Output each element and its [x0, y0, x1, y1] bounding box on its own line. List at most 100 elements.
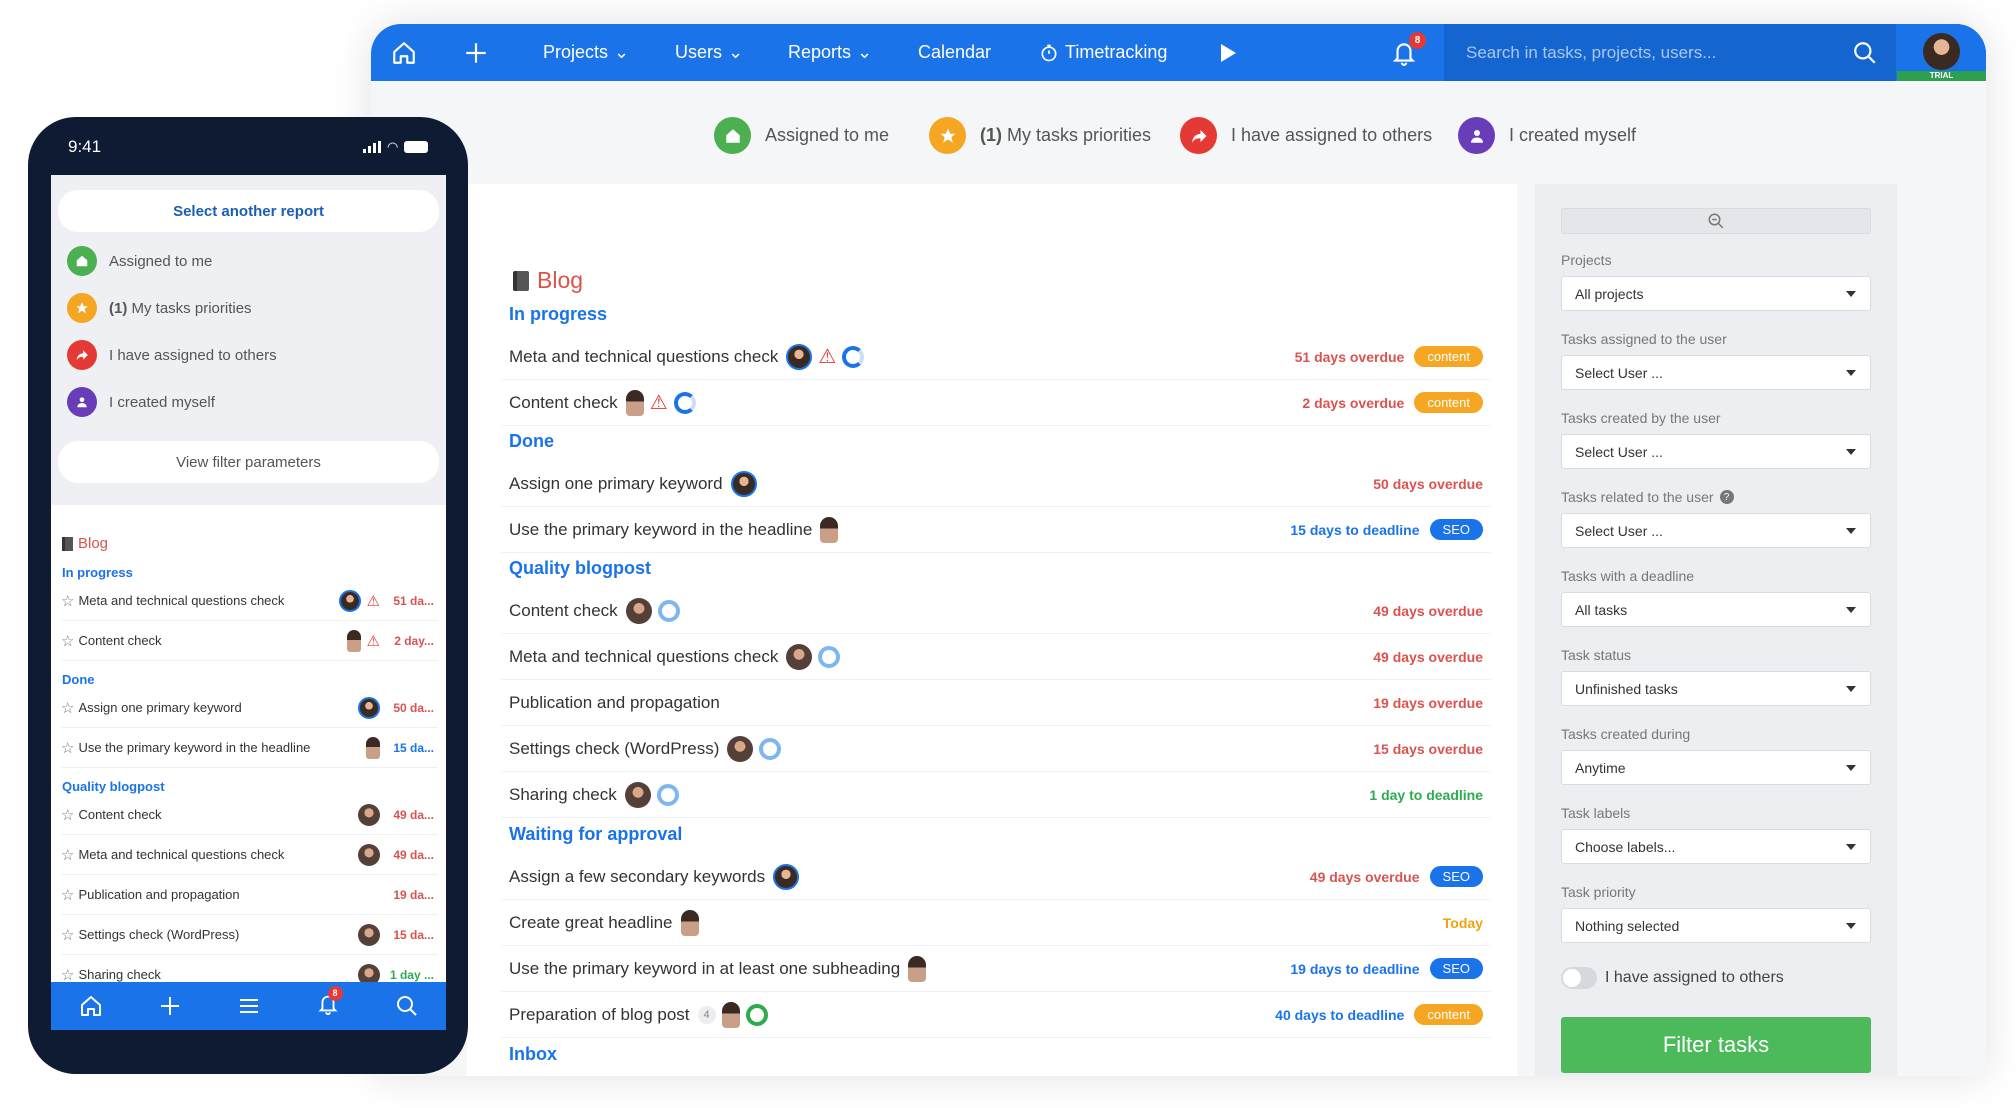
view-filter-parameters-button[interactable]: View filter parameters — [58, 441, 439, 483]
task-name[interactable]: Content check — [509, 601, 618, 621]
task-name[interactable]: Preparation of blog post — [509, 1005, 690, 1025]
task-tag[interactable]: SEO — [1429, 866, 1483, 887]
task-row[interactable]: Create great headline Today — [501, 900, 1491, 946]
home-icon[interactable] — [391, 24, 417, 81]
quicklink-assigned-to-others[interactable]: I have assigned to others — [1180, 117, 1432, 154]
task-row[interactable]: Assign a few secondary keywords 49 days … — [501, 854, 1491, 900]
task-row[interactable]: ☆ Publication and propagation 19 da... — [61, 875, 438, 915]
nav-projects[interactable]: Projects ⌄ — [543, 24, 629, 81]
section-in-progress[interactable]: In progress — [509, 304, 607, 325]
nav-users[interactable]: Users ⌄ — [675, 24, 743, 81]
project-title[interactable]: Blog — [513, 267, 583, 294]
task-name[interactable]: Assign one primary keyword — [78, 700, 241, 715]
filter-created-during-select[interactable]: Anytime — [1561, 750, 1871, 785]
nav-timetracking[interactable]: Timetracking — [1039, 24, 1167, 81]
section-waiting-for-approval[interactable]: Waiting for approval — [509, 824, 682, 845]
task-name[interactable]: Content check — [78, 807, 161, 822]
task-row[interactable]: Use the primary keyword in the headline … — [501, 507, 1491, 553]
task-row[interactable]: Content check 49 days overdue — [501, 588, 1491, 634]
section-inbox[interactable]: Inbox — [509, 1044, 557, 1065]
task-tag[interactable]: content — [1414, 1004, 1483, 1025]
task-row[interactable]: ☆ Meta and technical questions check ⚠ 51 d… — [61, 581, 438, 621]
task-name[interactable]: Use the primary keyword in the headline — [78, 740, 310, 755]
search-icon[interactable] — [395, 994, 419, 1018]
task-name[interactable]: Use the primary keyword in the headline — [509, 520, 812, 540]
task-row[interactable]: ☆ Settings check (WordPress) 15 da... — [61, 915, 438, 955]
quicklink-my-priorities[interactable]: (1) My tasks priorities — [67, 293, 252, 323]
star-outline-icon[interactable]: ☆ — [61, 926, 74, 944]
filter-search-input[interactable] — [1561, 208, 1871, 234]
filter-related-user-select[interactable]: Select User ... — [1561, 513, 1871, 548]
star-outline-icon[interactable]: ☆ — [61, 592, 74, 610]
menu-icon[interactable] — [237, 994, 261, 1018]
star-outline-icon[interactable]: ☆ — [61, 739, 74, 757]
nav-reports[interactable]: Reports ⌄ — [788, 24, 872, 81]
task-row[interactable]: Publication and propagation 19 days over… — [501, 680, 1491, 726]
quicklink-assigned-to-me[interactable]: Assigned to me — [714, 117, 889, 154]
task-tag[interactable]: content — [1414, 392, 1483, 413]
task-tag[interactable]: SEO — [1429, 958, 1483, 979]
task-name[interactable]: Settings check (WordPress) — [509, 739, 719, 759]
task-row[interactable]: Preparation of blog post 4 40 days to de… — [501, 992, 1491, 1038]
filter-created-user-select[interactable]: Select User ... — [1561, 434, 1871, 469]
notifications-bell-icon[interactable]: 8 — [1391, 24, 1426, 81]
task-name[interactable]: Meta and technical questions check — [509, 347, 778, 367]
task-row[interactable]: Settings check (WordPress) 15 days overd… — [501, 726, 1491, 772]
task-row[interactable]: Meta and technical questions check 49 da… — [501, 634, 1491, 680]
project-title[interactable]: Blog — [62, 535, 108, 552]
add-icon[interactable] — [463, 24, 489, 81]
search-icon[interactable] — [1852, 40, 1878, 66]
task-name[interactable]: Assign one primary keyword — [509, 474, 723, 494]
task-name[interactable]: Content check — [509, 393, 618, 413]
star-outline-icon[interactable]: ☆ — [61, 632, 74, 650]
task-row[interactable]: Meta and technical questions check ⚠ 51 … — [501, 334, 1491, 380]
filter-tasks-button[interactable]: Filter tasks — [1561, 1017, 1871, 1073]
select-another-report-button[interactable]: Select another report — [58, 190, 439, 232]
filter-priority-select[interactable]: Nothing selected — [1561, 908, 1871, 943]
section-done[interactable]: Done — [62, 672, 95, 687]
star-outline-icon[interactable]: ☆ — [61, 699, 74, 717]
task-name[interactable]: Publication and propagation — [509, 693, 720, 713]
star-outline-icon[interactable]: ☆ — [61, 886, 74, 904]
filter-assigned-user-select[interactable]: Select User ... — [1561, 355, 1871, 390]
task-name[interactable]: Meta and technical questions check — [509, 647, 778, 667]
filter-deadline-select[interactable]: All tasks — [1561, 592, 1871, 627]
quicklink-assigned-to-me[interactable]: Assigned to me — [67, 246, 212, 276]
task-row[interactable]: Content check ⚠ 2 days overdue content — [501, 380, 1491, 426]
help-icon[interactable]: ? — [1719, 490, 1734, 504]
task-name[interactable]: Create great headline — [509, 913, 673, 933]
task-row[interactable]: ☆ Content check ⚠ 2 day... — [61, 621, 438, 661]
star-outline-icon[interactable]: ☆ — [61, 966, 74, 984]
filter-labels-select[interactable]: Choose labels... — [1561, 829, 1871, 864]
section-quality-blogpost[interactable]: Quality blogpost — [509, 558, 651, 579]
star-outline-icon[interactable]: ☆ — [61, 846, 74, 864]
home-icon[interactable] — [79, 994, 103, 1018]
task-name[interactable]: Assign a few secondary keywords — [509, 867, 765, 887]
nav-calendar[interactable]: Calendar — [918, 24, 991, 81]
task-name[interactable]: Content check — [78, 633, 161, 648]
assigned-to-others-toggle[interactable] — [1561, 967, 1597, 989]
task-row[interactable]: Assign one primary keyword 50 days overd… — [501, 461, 1491, 507]
notifications-bell-icon[interactable]: 8 — [316, 985, 343, 1021]
task-tag[interactable]: content — [1414, 346, 1483, 367]
quicklink-created-myself[interactable]: I created myself — [67, 387, 215, 417]
section-quality-blogpost[interactable]: Quality blogpost — [62, 779, 165, 794]
add-icon[interactable] — [158, 994, 182, 1018]
task-name[interactable]: Sharing check — [509, 785, 617, 805]
task-name[interactable]: Use the primary keyword in at least one … — [509, 959, 900, 979]
task-row[interactable]: Use the primary keyword in at least one … — [501, 946, 1491, 992]
filter-status-select[interactable]: Unfinished tasks — [1561, 671, 1871, 706]
task-tag[interactable]: SEO — [1429, 519, 1483, 540]
task-name[interactable]: Meta and technical questions check — [78, 847, 284, 862]
task-name[interactable]: Sharing check — [78, 967, 160, 982]
section-in-progress[interactable]: In progress — [62, 565, 133, 580]
task-name[interactable]: Publication and propagation — [78, 887, 239, 902]
quicklink-assigned-to-others[interactable]: I have assigned to others — [67, 340, 277, 370]
quicklink-created-myself[interactable]: I created myself — [1458, 117, 1636, 154]
search-input[interactable]: Search in tasks, projects, users... — [1444, 24, 1896, 81]
quicklink-my-priorities[interactable]: (1) My tasks priorities — [929, 117, 1151, 154]
star-outline-icon[interactable]: ☆ — [61, 806, 74, 824]
task-name[interactable]: Settings check (WordPress) — [78, 927, 239, 942]
task-name[interactable]: Meta and technical questions check — [78, 593, 284, 608]
section-done[interactable]: Done — [509, 431, 554, 452]
